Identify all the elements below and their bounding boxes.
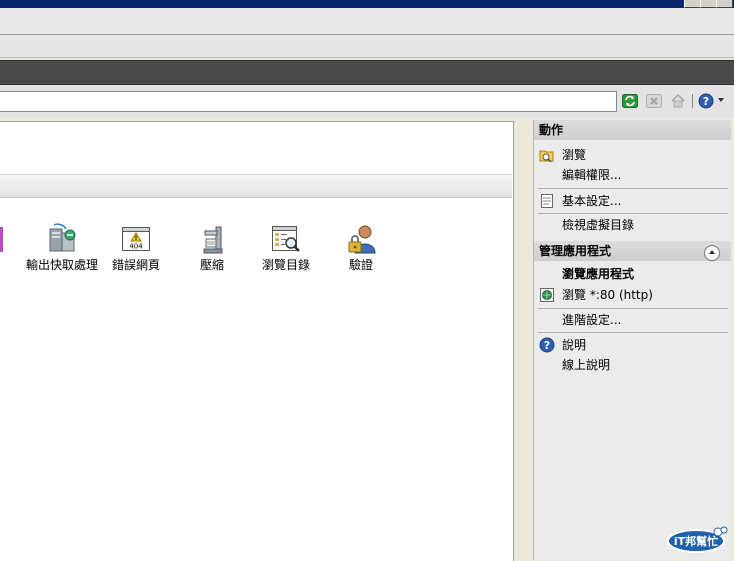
action-explore[interactable]: 瀏覽 (562, 148, 586, 162)
action-basic-settings[interactable]: 基本設定... (562, 194, 621, 208)
feature-error-pages[interactable]: ! 404 錯誤網頁 (96, 223, 176, 271)
manage-application-title: 管理應用程式 (539, 244, 612, 258)
compression-icon (196, 223, 228, 255)
feature-output-caching[interactable]: 輸出快取處理 (22, 223, 102, 271)
menu-bar (0, 8, 734, 35)
svg-text:!: ! (135, 235, 138, 242)
action-edit-permissions[interactable]: 編輯權限... (562, 168, 621, 182)
close-button[interactable] (716, 0, 733, 8)
separator (538, 213, 728, 214)
content-area: 輸出快取處理 ! 404 錯誤網頁 壓縮 瀏覽目錄 驗證 (0, 118, 528, 561)
home-icon[interactable] (670, 93, 686, 109)
svg-text:?: ? (544, 339, 550, 352)
features-view: 輸出快取處理 ! 404 錯誤網頁 壓縮 瀏覽目錄 驗證 (0, 121, 514, 561)
collapse-icon[interactable] (704, 245, 720, 261)
manage-application-header: 管理應用程式 (534, 241, 731, 261)
action-browse-port-80[interactable]: 瀏覽 *:80 (http) (562, 288, 653, 302)
browse-globe-icon (539, 287, 555, 303)
navigation-bar (0, 60, 734, 85)
separator (538, 188, 728, 189)
settings-page-icon (539, 193, 555, 209)
address-toolbar: ? (0, 85, 734, 118)
command-bar (0, 35, 734, 58)
action-advanced-settings[interactable]: 進階設定... (562, 313, 621, 327)
explore-folder-icon (539, 147, 555, 163)
feature-label: 瀏覽目錄 (261, 258, 310, 272)
svg-text:404: 404 (129, 243, 143, 251)
error-pages-icon: ! 404 (120, 223, 152, 255)
feature-label: 輸出快取處理 (25, 258, 98, 272)
refresh-icon[interactable] (622, 93, 638, 109)
toolbar-separator (692, 94, 693, 108)
chevron-down-icon[interactable] (718, 98, 724, 102)
feature-label: 錯誤網頁 (111, 258, 160, 272)
authentication-icon (345, 223, 377, 255)
output-cache-icon (46, 223, 78, 255)
maximize-button[interactable] (700, 0, 717, 8)
feature-label: 驗證 (348, 258, 373, 272)
stop-icon[interactable] (646, 93, 662, 109)
help-icon: ? (539, 337, 555, 353)
svg-text:?: ? (703, 95, 709, 108)
ithome-watermark-logo: iT邦幫忙 (666, 524, 730, 554)
actions-pane: 動作 瀏覽 編輯權限... 基本設定... 檢視虛擬目錄 管理應用程式 瀏覽應用… (533, 120, 731, 560)
feature-label: 壓縮 (199, 258, 224, 272)
minimize-button[interactable] (684, 0, 701, 8)
action-help[interactable]: 說明 (562, 338, 586, 352)
window-title-bar (0, 0, 734, 8)
actions-header: 動作 (534, 120, 731, 140)
separator (538, 332, 728, 333)
feature-directory-browsing[interactable]: 瀏覽目錄 (246, 223, 326, 271)
group-header-bar (0, 174, 512, 198)
partial-feature-icon[interactable] (0, 227, 3, 252)
browse-application-title: 瀏覽應用程式 (562, 267, 635, 281)
address-input[interactable] (0, 91, 617, 112)
separator (538, 308, 728, 309)
directory-browsing-icon (270, 223, 302, 255)
feature-authentication[interactable]: 驗證 (321, 223, 401, 271)
feature-compression[interactable]: 壓縮 (172, 223, 252, 271)
action-online-help[interactable]: 線上說明 (562, 358, 610, 372)
action-view-virtual-directories[interactable]: 檢視虛擬目錄 (562, 218, 634, 232)
svg-text:iT邦幫忙: iT邦幫忙 (674, 534, 718, 548)
help-icon[interactable]: ? (698, 93, 714, 109)
